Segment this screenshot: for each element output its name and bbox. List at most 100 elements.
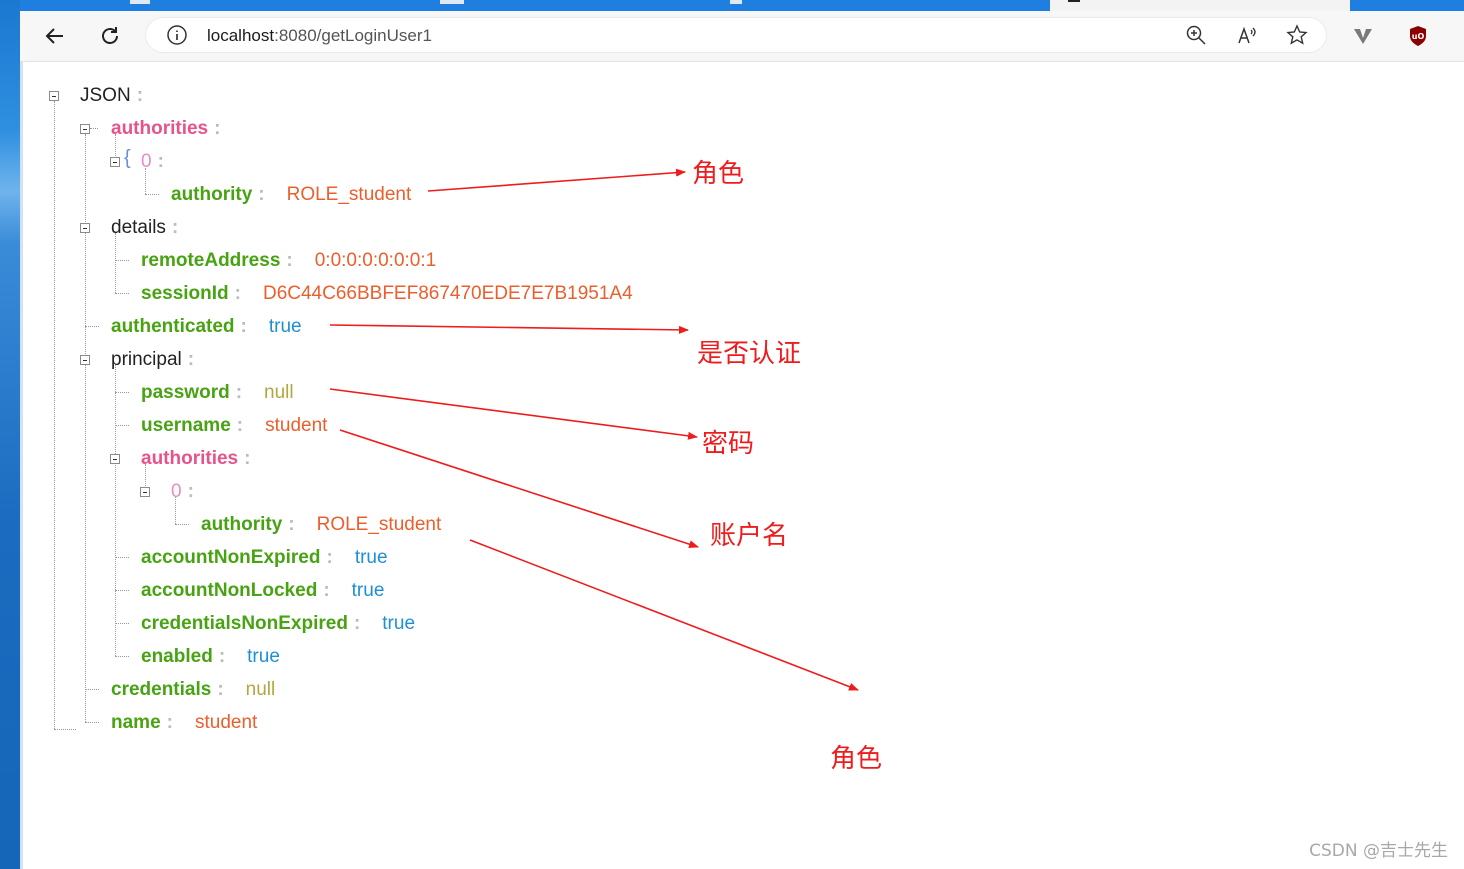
node-key: username [141,415,231,436]
tree-line [85,689,99,690]
tree-line [115,557,129,558]
authority-node[interactable]: authority: ROLE_student [171,183,411,207]
details-node[interactable]: details: [111,216,178,240]
url-host: localhost [207,26,275,45]
desktop-background-strip [0,0,20,869]
password-node[interactable]: password: null [141,381,294,405]
node-key: authority [201,514,283,535]
collapse-toggle-icon[interactable] [80,223,90,233]
node-value: 0:0:0:0:0:0:0:1 [314,250,437,271]
active-tab[interactable] [1050,0,1350,11]
node-key: authorities [111,118,209,139]
extension-button[interactable] [1348,21,1378,51]
browser-toolbar: localhost:8080/getLoginUser1 uO [20,11,1464,62]
node-value: ROLE_student [316,514,442,535]
account-non-locked-node[interactable]: accountNonLocked: true [141,579,384,603]
read-aloud-icon [1238,26,1256,44]
ublock-shield-icon: uO [1410,26,1426,46]
tree-line [115,392,129,393]
zoom-button[interactable] [1184,23,1208,47]
collapse-toggle-icon[interactable] [49,91,59,101]
node-value: true [351,580,385,601]
annotation-authenticated: 是否认证 [697,339,802,369]
site-info-button[interactable] [165,23,189,47]
collapse-toggle-icon[interactable] [80,355,90,365]
node-key: accountNonLocked [141,580,318,601]
colon: : [323,580,330,601]
credentials-node[interactable]: credentials: null [111,678,275,702]
node-key: details [111,217,166,238]
tab-fragment[interactable] [730,0,742,4]
node-key: principal [111,349,182,370]
favorite-star-icon [1286,24,1308,45]
authenticated-node[interactable]: authenticated: true [111,315,302,339]
extension-v-icon [1354,29,1372,44]
node-key: name [111,712,161,733]
colon: : [288,514,295,535]
node-key: remoteAddress [141,250,281,271]
ublock-button[interactable]: uO [1403,21,1433,51]
brace-icon: { [124,147,131,169]
address-bar[interactable]: localhost:8080/getLoginUser1 [145,17,1327,53]
colon: : [286,250,293,271]
tab-icon [1068,0,1080,2]
collapse-toggle-icon[interactable] [140,487,150,497]
remote-address-node[interactable]: remoteAddress:0:0:0:0:0:0:0:1 [141,249,436,273]
node-key: credentialsNonExpired [141,613,348,634]
tree-line [115,260,129,261]
refresh-button[interactable] [95,21,125,51]
refresh-icon [102,27,118,44]
session-id-node[interactable]: sessionId: D6C44C66BBFEF867470EDE7E7B1951… [141,282,633,306]
collapse-toggle-icon[interactable] [110,157,120,167]
tree-line [54,729,76,730]
colon: : [171,217,179,238]
array-index-node[interactable]: 0: [141,150,164,174]
tree-line [115,623,129,624]
json-root-node[interactable]: JSON: [80,84,143,108]
tab-fragment[interactable] [130,0,150,4]
annotation-username: 账户名 [710,521,789,551]
enabled-node[interactable]: enabled: true [141,645,280,669]
node-value: student [265,415,328,436]
colon: : [244,448,251,469]
tree-line [85,722,99,723]
username-node[interactable]: username: student [141,414,327,438]
tree-line [115,233,116,293]
colon: : [214,118,221,139]
collapse-toggle-icon[interactable] [80,124,90,134]
read-aloud-button[interactable] [1235,23,1259,47]
node-value: true [247,646,280,667]
node-index: 0 [141,151,152,172]
csdn-watermark: CSDN @吉士先生 [1309,841,1448,861]
colon: : [234,283,241,304]
authorities-node[interactable]: authorities: [111,117,220,141]
node-key: JSON [80,85,131,106]
url-text[interactable]: localhost:8080/getLoginUser1 [207,26,432,46]
principal-authority-node[interactable]: authority: ROLE_student [201,513,441,537]
annotation-password: 密码 [702,429,755,459]
back-button[interactable] [40,21,70,51]
node-key: authenticated [111,316,235,337]
url-path: :8080/getLoginUser1 [274,26,432,45]
node-index: 0 [171,481,182,502]
annotation-role-1: 角色 [692,159,745,189]
tree-line [145,194,159,195]
tree-line [115,656,129,657]
tree-line [115,365,116,656]
colon: : [258,184,265,205]
principal-authorities-node[interactable]: authorities: [141,447,250,471]
principal-node[interactable]: principal: [111,348,194,372]
array-index-node[interactable]: 0: [171,480,194,504]
node-key: credentials [111,679,212,700]
name-node[interactable]: name: student [111,711,257,735]
tab-fragment[interactable] [440,0,464,4]
credentials-non-expired-node[interactable]: credentialsNonExpired: true [141,612,415,636]
node-value: student [194,712,258,733]
colon: : [136,85,144,106]
node-value: true [354,547,388,568]
node-key: password [141,382,230,403]
collapse-toggle-icon[interactable] [110,454,120,464]
svg-text:uO: uO [1412,32,1425,41]
favorite-button[interactable] [1285,23,1309,47]
account-non-expired-node[interactable]: accountNonExpired: true [141,546,388,570]
